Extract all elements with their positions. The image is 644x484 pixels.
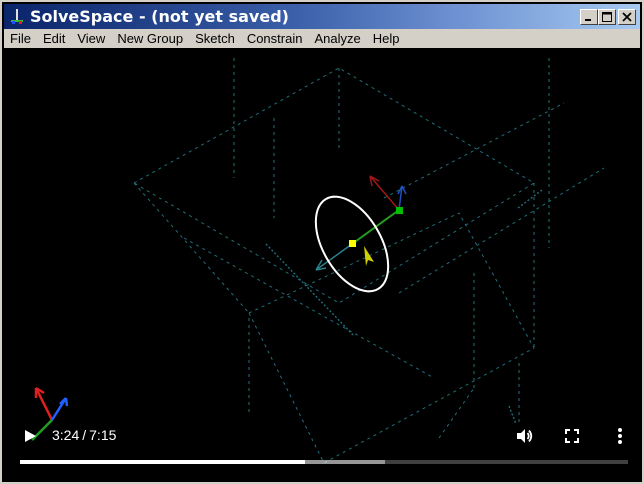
fullscreen-icon[interactable] [562, 426, 582, 446]
menu-bar: File Edit View New Group Sketch Constrai… [4, 29, 640, 48]
cursor-icon [364, 246, 374, 266]
grid-edge [133, 182, 250, 314]
progress-played [20, 460, 306, 464]
label-glyphs [517, 189, 543, 209]
menu-file[interactable]: File [4, 31, 37, 46]
time-separator: / [82, 427, 87, 443]
grid-edge [398, 167, 605, 294]
menu-constrain[interactable]: Constrain [241, 31, 309, 46]
solvespace-icon [11, 9, 23, 24]
app-window: SolveSpace - (not yet saved) File Edit V… [0, 0, 644, 484]
workplane-axes [315, 175, 407, 271]
play-icon[interactable] [22, 428, 38, 444]
close-button[interactable] [618, 9, 636, 25]
maximize-button[interactable] [598, 9, 616, 25]
menu-sketch[interactable]: Sketch [189, 31, 241, 46]
title-bar[interactable]: SolveSpace - (not yet saved) [4, 4, 640, 29]
grid-edge [383, 102, 565, 199]
axis-line [369, 175, 400, 211]
current-time: 3:24 [52, 427, 80, 443]
menu-analyze[interactable]: Analyze [308, 31, 366, 46]
minimize-icon [585, 19, 591, 21]
grid-edge [183, 237, 435, 379]
menu-view[interactable]: View [71, 31, 111, 46]
close-icon [622, 12, 632, 22]
circle-center-point[interactable] [349, 240, 356, 247]
more-vert-icon[interactable] [610, 426, 630, 446]
minimize-button[interactable] [580, 9, 598, 25]
menu-help[interactable]: Help [367, 31, 406, 46]
menu-edit[interactable]: Edit [37, 31, 71, 46]
maximize-icon [602, 12, 612, 22]
label-glyphs [265, 243, 355, 337]
progress-bar[interactable] [20, 460, 628, 464]
window-title: SolveSpace - (not yet saved) [30, 7, 289, 26]
menu-new-group[interactable]: New Group [111, 31, 189, 46]
video-controls: 3:24/7:15 [4, 412, 640, 482]
time-display: 3:24/7:15 [52, 427, 116, 443]
arrow-head [315, 259, 327, 271]
workplane-origin-point[interactable] [396, 207, 403, 214]
workplane-grid [132, 58, 605, 464]
volume-icon[interactable] [514, 426, 534, 446]
duration: 7:15 [89, 427, 117, 443]
